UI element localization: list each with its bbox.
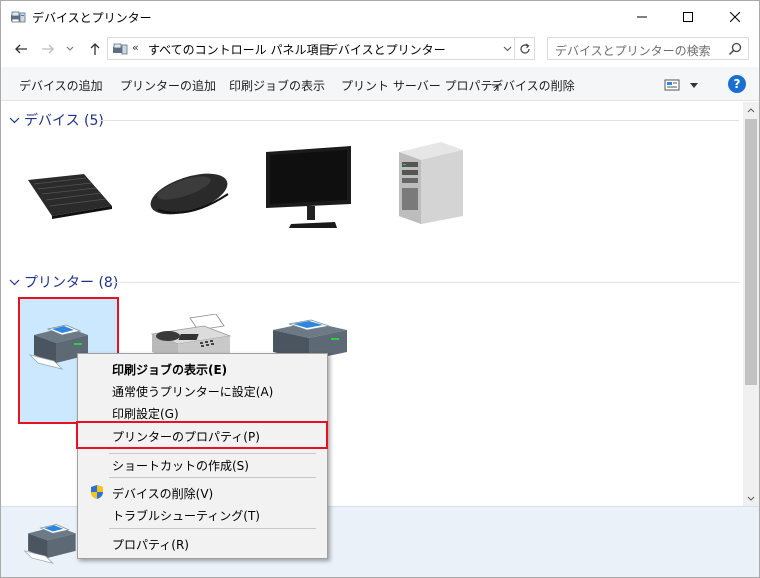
vertical-scrollbar[interactable] [743, 102, 759, 506]
refresh-icon [520, 43, 530, 54]
mouse-icon [150, 173, 229, 215]
title-bar: デバイスとプリンター [1, 1, 759, 32]
menu-item-set-default-printer[interactable]: 通常使うプリンターに設定(A) [78, 379, 327, 401]
group-divider [109, 282, 739, 283]
devices-and-printers-window: デバイスとプリンター « すべてのコントロール パネル項目 › デバイスとプリン… [0, 0, 760, 578]
add-device-button[interactable]: デバイスの追加 [19, 77, 103, 94]
remove-device-button[interactable]: デバイスの削除 [491, 77, 575, 94]
address-bar[interactable]: « すべてのコントロール パネル項目 › デバイスとプリンター [107, 37, 535, 60]
computer-tower-icon [399, 142, 463, 224]
close-button[interactable] [712, 1, 758, 32]
add-printer-button[interactable]: プリンターの追加 [120, 77, 216, 94]
chevron-down-icon [747, 496, 755, 501]
menu-item-show-print-jobs[interactable]: 印刷ジョブの表示(E) [78, 357, 327, 379]
refresh-button[interactable] [514, 37, 535, 60]
maximize-button[interactable] [665, 1, 711, 32]
help-button[interactable]: ? [728, 75, 746, 93]
scroll-down-button[interactable] [743, 490, 759, 506]
group-divider [99, 120, 739, 121]
menu-item-label: ショートカットの作成(S) [112, 459, 249, 473]
group-header-printers[interactable]: プリンター (8) [7, 272, 118, 292]
device-monitor[interactable] [263, 146, 353, 236]
menu-separator [109, 477, 316, 478]
minimize-button[interactable] [619, 1, 665, 32]
control-panel-icon [112, 41, 128, 57]
menu-item-printer-properties[interactable]: プリンターのプロパティ(P) [76, 421, 328, 449]
window-title: デバイスとプリンター [32, 11, 152, 25]
monitor-icon [266, 146, 351, 228]
view-options-icon [664, 79, 680, 91]
chevron-down-icon [690, 82, 698, 88]
address-overflow[interactable]: « [132, 41, 139, 54]
back-button[interactable] [10, 38, 32, 60]
devices-printers-app-icon [10, 9, 26, 25]
printer-icon [23, 524, 76, 564]
search-placeholder[interactable]: デバイスとプリンターの検索 [555, 42, 711, 59]
address-dropdown-button[interactable] [500, 41, 514, 57]
minimize-icon [637, 16, 647, 17]
show-print-jobs-button[interactable]: 印刷ジョブの表示 [229, 77, 325, 94]
search-box[interactable]: デバイスとプリンターの検索 [547, 37, 749, 60]
device-mouse[interactable] [144, 164, 234, 254]
menu-item-properties[interactable]: プロパティ(R) [78, 532, 327, 554]
forward-arrow-icon [42, 44, 54, 54]
recent-locations-button[interactable] [63, 38, 77, 60]
chevron-down-icon [503, 46, 511, 52]
keyboard-icon [28, 174, 112, 219]
menu-item-printing-preferences[interactable]: 印刷設定(G) [78, 401, 327, 423]
menu-separator [109, 528, 316, 529]
breadcrumb-all-control-panel-items[interactable]: すべてのコントロール パネル項目 [148, 41, 331, 58]
menu-item-label: トラブルシューティング(T) [112, 509, 260, 523]
change-view-button[interactable] [664, 77, 704, 93]
breadcrumb-separator[interactable]: › [313, 41, 317, 54]
group-title-printers[interactable]: プリンター (8) [24, 272, 118, 292]
menu-item-label: 印刷ジョブの表示(E) [112, 363, 228, 377]
up-arrow-icon [90, 43, 100, 55]
close-icon [730, 11, 740, 22]
device-computer[interactable] [393, 142, 483, 232]
breadcrumb-devices-and-printers[interactable]: デバイスとプリンター [326, 41, 446, 58]
menu-item-create-shortcut[interactable]: ショートカットの作成(S) [78, 453, 327, 475]
group-header-devices[interactable]: デバイス (5) [7, 110, 104, 130]
scroll-thumb[interactable] [745, 119, 757, 385]
command-bar: デバイスの追加 プリンターの追加 印刷ジョブの表示 プリント サーバー プロパテ… [1, 67, 759, 101]
up-button[interactable] [84, 38, 106, 60]
collapse-chevron-icon[interactable] [7, 113, 21, 127]
collapse-chevron-icon[interactable] [7, 275, 21, 289]
menu-item-remove-device[interactable]: デバイスの削除(V) [78, 481, 327, 503]
forward-button[interactable] [37, 38, 59, 60]
group-title-devices[interactable]: デバイス (5) [24, 110, 104, 130]
menu-item-label: プロパティ(R) [112, 538, 189, 552]
printer-context-menu: 印刷ジョブの表示(E) 通常使うプリンターに設定(A) 印刷設定(G) プリンタ… [76, 353, 328, 559]
menu-item-label: プリンターのプロパティ(P) [112, 430, 260, 444]
chevron-up-icon [747, 107, 755, 112]
scroll-up-button[interactable] [743, 102, 759, 118]
menu-item-label: デバイスの削除(V) [112, 487, 214, 501]
menu-item-label: 印刷設定(G) [112, 407, 179, 421]
chevron-down-icon [66, 46, 74, 51]
search-icon[interactable] [728, 42, 742, 56]
menu-item-troubleshoot[interactable]: トラブルシューティング(T) [78, 503, 327, 525]
maximize-icon [683, 11, 693, 22]
print-server-properties-button[interactable]: プリント サーバー プロパティ [341, 77, 504, 94]
uac-shield-icon [89, 484, 105, 500]
back-arrow-icon [15, 44, 27, 54]
device-keyboard[interactable] [24, 162, 114, 252]
menu-item-label: 通常使うプリンターに設定(A) [112, 385, 274, 399]
